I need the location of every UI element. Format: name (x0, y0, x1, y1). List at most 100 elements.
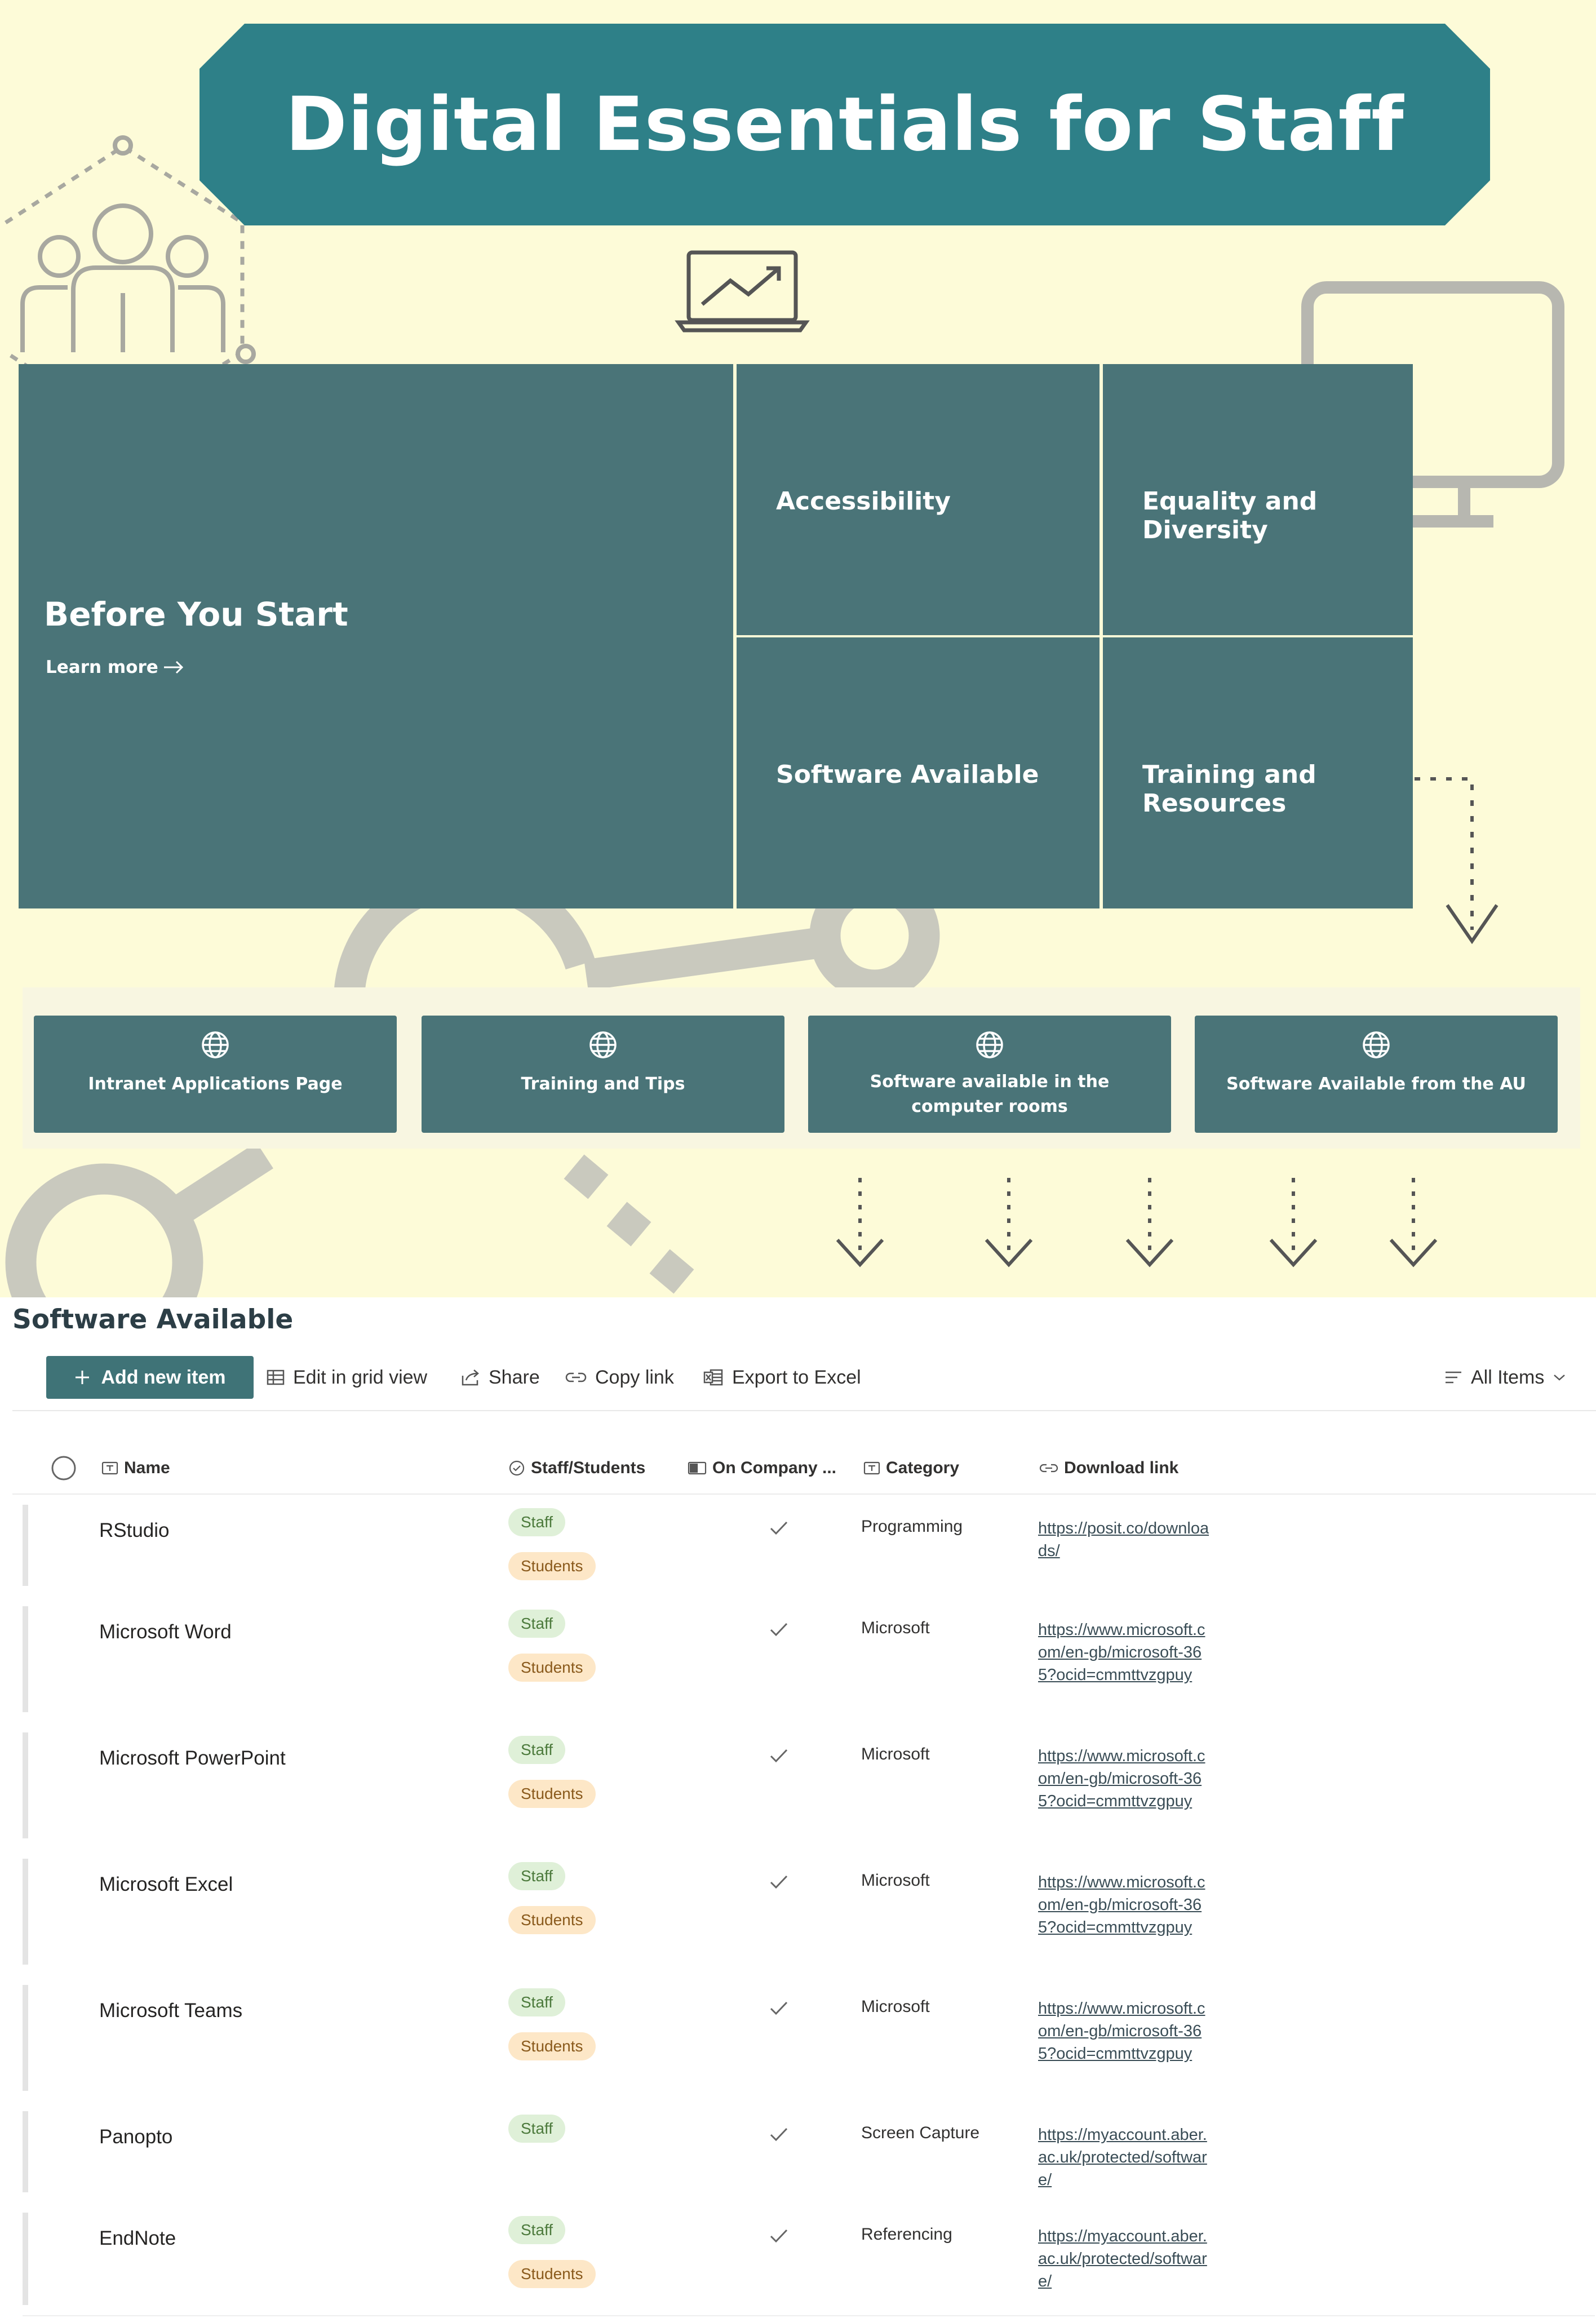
tile-training-resources[interactable]: Training and Resources (1103, 637, 1413, 908)
edit-grid-view-label: Edit in grid view (293, 1366, 428, 1388)
share-button[interactable]: Share (460, 1356, 540, 1399)
row-selector[interactable] (23, 1732, 28, 1838)
learn-more-link[interactable]: Learn more (46, 657, 185, 677)
table-row[interactable]: Panopto Staff Screen Capture https://mya… (23, 2101, 1595, 2204)
chevron-down-icon (1554, 1375, 1566, 1381)
arrow-head (1446, 904, 1499, 945)
tile-title: Before You Start (44, 595, 348, 633)
row-selector[interactable] (23, 2213, 28, 2305)
tile-equality-diversity[interactable]: Equality and Diversity (1103, 364, 1413, 635)
row-selector[interactable] (23, 1606, 28, 1712)
export-excel-button[interactable]: Export to Excel (703, 1356, 861, 1399)
cell-name[interactable]: Microsoft Teams (99, 2000, 242, 2022)
table-row[interactable]: Microsoft PowerPoint Staff Students Micr… (23, 1722, 1595, 1850)
hero-tiles: Before You Start Learn more Accessibilit… (19, 364, 1413, 908)
column-header-label: Name (124, 1459, 170, 1477)
table-row[interactable]: Microsoft Teams Staff Students Microsoft… (23, 1975, 1595, 2102)
cell-download-link[interactable]: https://posit.co/downloads/ (1038, 1517, 1213, 1562)
column-header-download-link[interactable]: Download link (1039, 1443, 1178, 1493)
table-row[interactable]: RStudio Staff Students Programming https… (23, 1495, 1595, 1597)
export-excel-label: Export to Excel (732, 1366, 861, 1388)
learn-more-label: Learn more (46, 657, 158, 677)
tile-before-you-start[interactable]: Before You Start Learn more (19, 364, 733, 908)
cell-category: Microsoft (861, 1745, 930, 1763)
table-row[interactable]: EndNote Staff Students Referencing https… (23, 2202, 1595, 2316)
tile-label: Accessibility (776, 487, 951, 516)
quick-link-software-au[interactable]: Software Available from the AU (1195, 1016, 1558, 1133)
column-header-on-company[interactable]: On Company ... (688, 1443, 836, 1493)
select-all-checkbox[interactable] (51, 1455, 77, 1481)
cell-name[interactable]: Microsoft Word (99, 1621, 232, 1643)
copy-link-button[interactable]: Copy link (565, 1356, 674, 1399)
tag-students: Students (508, 1780, 596, 1808)
cell-name[interactable]: Microsoft PowerPoint (99, 1747, 286, 1770)
column-header-label: Category (886, 1459, 960, 1477)
tag-staff: Staff (508, 1988, 566, 2016)
globe-icon (976, 1031, 1003, 1058)
row-selector[interactable] (23, 1985, 28, 2091)
plus-icon (76, 1371, 90, 1384)
view-selector-label: All Items (1471, 1366, 1545, 1388)
laptop-chart-icon (675, 250, 810, 333)
tag-students: Students (508, 2032, 596, 2060)
column-header-category[interactable]: Category (863, 1443, 959, 1493)
cell-download-link[interactable]: https://www.microsoft.com/en-gb/microsof… (1038, 1745, 1213, 1812)
quick-links: Intranet Applications Page Training and … (23, 987, 1580, 1149)
quick-link-label: Intranet Applications Page (88, 1074, 343, 1094)
quick-link-intranet[interactable]: Intranet Applications Page (34, 1016, 397, 1133)
arrow-right-icon (163, 661, 183, 674)
cell-download-link[interactable]: https://myaccount.aber.ac.uk/protected/s… (1038, 2225, 1213, 2293)
tag-staff: Staff (508, 2115, 566, 2143)
cell-download-link[interactable]: https://www.microsoft.com/en-gb/microsof… (1038, 1871, 1213, 1939)
checkmark-icon (770, 2229, 788, 2243)
row-selector[interactable] (23, 1859, 28, 1965)
globe-icon (589, 1031, 617, 1058)
tag-staff: Staff (508, 1862, 566, 1890)
cell-category: Screen Capture (861, 2124, 980, 2142)
add-new-item-label: Add new item (101, 1366, 226, 1388)
link-icon (565, 1372, 587, 1382)
tag-students: Students (508, 2260, 596, 2288)
edit-grid-view-button[interactable]: Edit in grid view (266, 1356, 427, 1399)
row-selector[interactable] (23, 2111, 28, 2192)
filter-lines-icon (1446, 1371, 1461, 1384)
quick-link-label: Training and Tips (521, 1074, 685, 1094)
cell-download-link[interactable]: https://www.microsoft.com/en-gb/microsof… (1038, 1997, 1213, 2065)
column-header-label: On Company ... (712, 1459, 837, 1477)
tag-students: Students (508, 1552, 596, 1580)
checkmark-icon (770, 1623, 788, 1637)
view-selector[interactable]: All Items (1444, 1356, 1567, 1399)
tile-accessibility[interactable]: Accessibility (737, 364, 1100, 635)
cell-category: Referencing (861, 2225, 952, 2244)
list-header-row: Name Staff/Students On Company ... Categ… (12, 1443, 1596, 1495)
cell-category: Microsoft (861, 1871, 930, 1890)
checkmark-icon (770, 2001, 788, 2015)
cell-name[interactable]: Microsoft Excel (99, 1873, 233, 1896)
tile-software-available[interactable]: Software Available (737, 637, 1100, 908)
dotted-arrow-right (1415, 777, 1474, 930)
column-header-name[interactable]: Name (101, 1443, 170, 1493)
cell-download-link[interactable]: https://www.microsoft.com/en-gb/microsof… (1038, 1619, 1213, 1686)
cell-download-link[interactable]: https://myaccount.aber.ac.uk/protected/s… (1038, 2124, 1213, 2191)
grid-icon (267, 1369, 285, 1385)
tag-staff: Staff (508, 1736, 566, 1764)
cell-name[interactable]: RStudio (99, 1519, 170, 1542)
quick-link-computer-rooms[interactable]: Software available in the computer rooms (808, 1016, 1171, 1133)
table-row[interactable]: Microsoft Excel Staff Students Microsoft… (23, 1849, 1595, 1976)
text-field-icon (863, 1461, 880, 1475)
table-row[interactable]: Microsoft Word Staff Students Microsoft … (23, 1596, 1595, 1723)
yes-no-icon (688, 1461, 707, 1475)
list-title: Software Available (12, 1304, 294, 1335)
cell-name[interactable]: Panopto (99, 2126, 172, 2148)
row-selector[interactable] (23, 1505, 28, 1586)
column-header-staff-students[interactable]: Staff/Students (508, 1443, 645, 1493)
add-new-item-button[interactable]: Add new item (46, 1356, 254, 1399)
cell-name[interactable]: EndNote (99, 2227, 176, 2250)
checkmark-icon (770, 2128, 788, 2142)
cell-category: Microsoft (861, 1997, 930, 2016)
quick-link-label: Software Available from the AU (1226, 1074, 1526, 1094)
link-icon (1039, 1464, 1058, 1473)
quick-link-training-tips[interactable]: Training and Tips (422, 1016, 784, 1133)
page-title: Digital Essentials for Staff (285, 81, 1404, 168)
column-header-label: Download link (1064, 1459, 1179, 1477)
